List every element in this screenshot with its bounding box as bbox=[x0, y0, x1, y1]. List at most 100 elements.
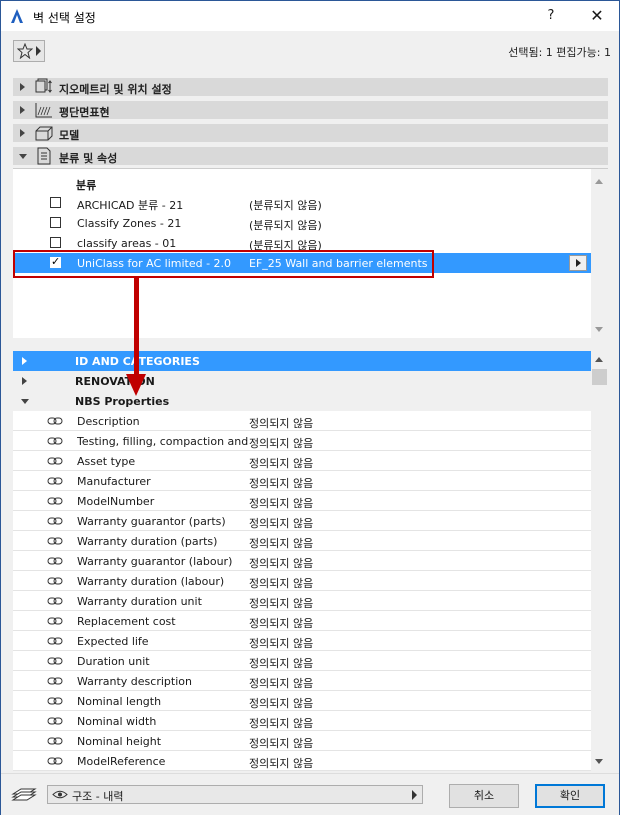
property-row[interactable]: Replacement cost 정의되지 않음 bbox=[13, 611, 591, 631]
close-button[interactable]: ✕ bbox=[583, 5, 611, 27]
checkbox[interactable] bbox=[50, 237, 61, 248]
property-value[interactable]: 정의되지 않음 bbox=[249, 575, 313, 591]
classification-value: (분류되지 않음) bbox=[249, 199, 322, 212]
geometry-icon bbox=[35, 78, 52, 93]
star-icon bbox=[17, 43, 33, 59]
scroll-up-icon[interactable] bbox=[595, 357, 603, 362]
property-value[interactable]: 정의되지 않음 bbox=[249, 515, 313, 531]
link-icon bbox=[47, 677, 63, 685]
property-row[interactable]: Warranty guarantor (labour) 정의되지 않음 bbox=[13, 551, 591, 571]
favorites-button[interactable] bbox=[13, 40, 45, 62]
property-value[interactable]: 정의되지 않음 bbox=[249, 435, 313, 451]
checkbox[interactable] bbox=[50, 217, 61, 228]
cancel-button[interactable]: 취소 bbox=[449, 784, 519, 808]
document-icon bbox=[37, 147, 51, 165]
link-icon bbox=[47, 657, 63, 665]
property-row[interactable]: Nominal width 정의되지 않음 bbox=[13, 711, 591, 731]
property-value[interactable]: 정의되지 않음 bbox=[249, 695, 313, 711]
properties-scrollbar[interactable] bbox=[591, 351, 608, 771]
property-row[interactable]: Expected life 정의되지 않음 bbox=[13, 631, 591, 651]
property-row[interactable]: Warranty duration (labour) 정의되지 않음 bbox=[13, 571, 591, 591]
property-name: Nominal width bbox=[77, 715, 157, 728]
collapse-arrow-icon bbox=[21, 399, 29, 404]
group-label: NBS Properties bbox=[75, 395, 170, 408]
property-value[interactable]: 정의되지 않음 bbox=[249, 735, 313, 751]
group-id-categories[interactable]: ID AND CATEGORIES bbox=[13, 351, 591, 371]
annotation-highlight-box bbox=[13, 250, 434, 278]
property-value[interactable]: 정의되지 않음 bbox=[249, 495, 313, 511]
classification-scrollbar[interactable] bbox=[591, 169, 608, 339]
property-value[interactable]: 정의되지 않음 bbox=[249, 415, 313, 431]
property-row[interactable]: Warranty duration unit 정의되지 않음 bbox=[13, 591, 591, 611]
scroll-up-icon[interactable] bbox=[595, 179, 603, 184]
panel-model[interactable]: 모델 bbox=[13, 124, 608, 142]
panel-classification-properties[interactable]: 분류 및 속성 bbox=[13, 147, 608, 165]
property-value[interactable]: 정의되지 않음 bbox=[249, 675, 313, 691]
property-name: Expected life bbox=[77, 635, 149, 648]
property-value[interactable]: 정의되지 않음 bbox=[249, 455, 313, 471]
property-name: ModelNumber bbox=[77, 495, 155, 508]
property-row[interactable]: Warranty duration (parts) 정의되지 않음 bbox=[13, 531, 591, 551]
link-icon bbox=[47, 617, 63, 625]
property-value[interactable]: 정의되지 않음 bbox=[249, 715, 313, 731]
archicad-logo-icon bbox=[11, 9, 23, 23]
window-title: 벽 선택 설정 bbox=[33, 11, 96, 25]
panel-label: 분류 및 속성 bbox=[59, 152, 118, 165]
scroll-thumb[interactable] bbox=[592, 369, 607, 385]
expand-arrow-icon bbox=[20, 129, 25, 137]
property-value[interactable]: 정의되지 않음 bbox=[249, 615, 313, 631]
ok-button[interactable]: 확인 bbox=[535, 784, 605, 808]
property-row[interactable]: Duration unit 정의되지 않음 bbox=[13, 651, 591, 671]
property-value[interactable]: 정의되지 않음 bbox=[249, 635, 313, 651]
group-renovation[interactable]: RENOVATION bbox=[13, 371, 591, 391]
scroll-down-icon[interactable] bbox=[595, 759, 603, 764]
layer-dropdown[interactable]: 구조 - 내력 bbox=[47, 785, 423, 804]
property-value[interactable]: 정의되지 않음 bbox=[249, 535, 313, 551]
property-row[interactable]: ModelNumber 정의되지 않음 bbox=[13, 491, 591, 511]
property-name: Warranty description bbox=[77, 675, 192, 688]
annotation-arrow-head bbox=[126, 374, 146, 396]
group-nbs-properties[interactable]: NBS Properties bbox=[13, 391, 591, 411]
link-icon bbox=[47, 417, 63, 425]
link-icon bbox=[47, 537, 63, 545]
floor-plan-icon bbox=[35, 103, 52, 118]
checkbox[interactable] bbox=[50, 197, 61, 208]
classification-row[interactable]: Classify Zones - 21 (분류되지 않음) bbox=[13, 213, 591, 233]
property-name: Testing, filling, compaction and... bbox=[77, 435, 249, 448]
panel-geometry[interactable]: 지오메트리 및 위치 설정 bbox=[13, 78, 608, 96]
scroll-down-icon[interactable] bbox=[595, 327, 603, 332]
property-row[interactable]: Nominal length 정의되지 않음 bbox=[13, 691, 591, 711]
property-value[interactable]: 정의되지 않음 bbox=[249, 755, 313, 771]
panel-label: 지오메트리 및 위치 설정 bbox=[59, 83, 172, 96]
property-value[interactable]: 정의되지 않음 bbox=[249, 595, 313, 611]
chevron-right-icon bbox=[412, 790, 417, 800]
eye-icon bbox=[52, 790, 68, 799]
dialog-footer: 구조 - 내력 취소 확인 bbox=[1, 773, 619, 815]
property-row[interactable]: Description 정의되지 않음 bbox=[13, 411, 591, 431]
panel-floor-plan[interactable]: 평단면표현 bbox=[13, 101, 608, 119]
property-row[interactable]: Warranty guarantor (parts) 정의되지 않음 bbox=[13, 511, 591, 531]
property-name: ModelReference bbox=[77, 755, 166, 768]
property-row[interactable]: Manufacturer 정의되지 않음 bbox=[13, 471, 591, 491]
annotation-arrow-line bbox=[134, 278, 139, 376]
property-row[interactable]: Nominal height 정의되지 않음 bbox=[13, 731, 591, 751]
property-name: Warranty guarantor (parts) bbox=[77, 515, 226, 528]
link-icon bbox=[47, 557, 63, 565]
link-icon bbox=[47, 497, 63, 505]
property-value[interactable]: 정의되지 않음 bbox=[249, 555, 313, 571]
property-name: Warranty duration (labour) bbox=[77, 575, 225, 588]
chevron-right-icon bbox=[36, 46, 41, 56]
help-button[interactable]: ? bbox=[537, 5, 565, 27]
property-name: Asset type bbox=[77, 455, 136, 468]
property-row[interactable]: Warranty description 정의되지 않음 bbox=[13, 671, 591, 691]
link-icon bbox=[47, 517, 63, 525]
property-value[interactable]: 정의되지 않음 bbox=[249, 475, 313, 491]
classification-row[interactable]: ARCHICAD 분류 - 21 (분류되지 않음) bbox=[13, 193, 591, 213]
link-icon bbox=[47, 437, 63, 445]
property-value[interactable]: 정의되지 않음 bbox=[249, 655, 313, 671]
property-row[interactable]: Asset type 정의되지 않음 bbox=[13, 451, 591, 471]
expand-arrow-icon bbox=[22, 357, 27, 365]
property-row[interactable]: Testing, filling, compaction and... 정의되지 … bbox=[13, 431, 591, 451]
classification-picker-button[interactable] bbox=[569, 255, 587, 271]
property-row[interactable]: ModelReference 정의되지 않음 bbox=[13, 751, 591, 771]
